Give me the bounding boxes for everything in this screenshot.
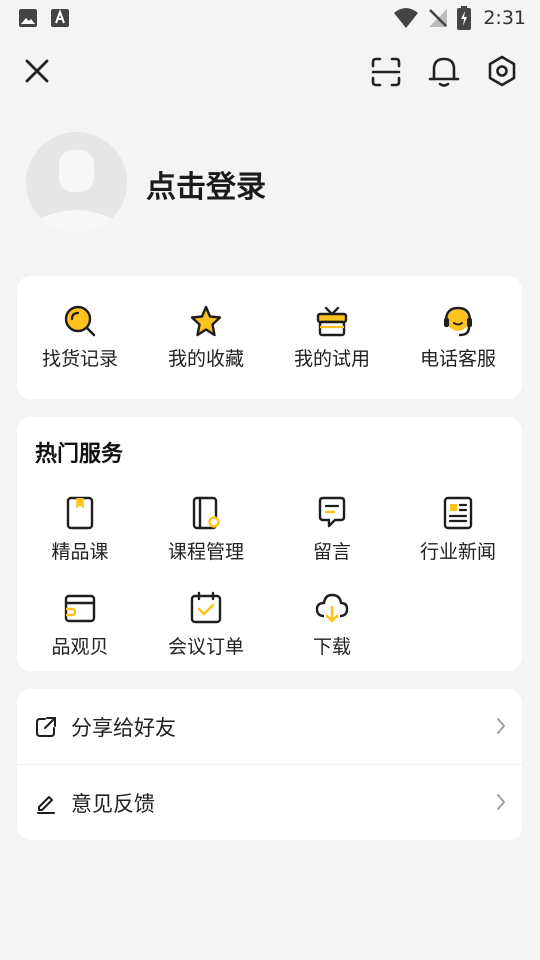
message-icon [315, 495, 349, 531]
profile-section[interactable]: 点击登录 [26, 132, 516, 234]
quick-actions-card: 找货记录 我的收藏 我的试用 电话客服 [17, 276, 522, 399]
battery-charging-icon [457, 6, 472, 30]
no-signal-icon [427, 7, 449, 29]
service-label: 会议订单 [167, 636, 244, 658]
menu-item-label: 意见反馈 [71, 791, 155, 816]
share-icon [35, 716, 57, 738]
bell-icon[interactable] [425, 52, 463, 90]
login-prompt[interactable]: 点击登录 [146, 162, 266, 206]
section-title: 热门服务 [35, 442, 124, 467]
quick-action-favorites[interactable]: 我的收藏 [143, 304, 269, 371]
menu-item-feedback[interactable]: 意见反馈 [17, 765, 522, 840]
hot-services-card: 热门服务 精品课 课程管理 留言 行业新闻 品观贝 会议订单 下载 [17, 417, 522, 671]
quick-action-search-history[interactable]: 找货记录 [17, 304, 143, 371]
star-icon [189, 304, 223, 338]
service-premium-course[interactable]: 精品课 [17, 495, 143, 564]
bookmark-book-icon [63, 495, 97, 531]
chevron-right-icon [496, 717, 506, 735]
menu-item-share[interactable]: 分享给好友 [17, 689, 522, 765]
service-label: 下载 [312, 636, 351, 658]
service-label: 精品课 [51, 541, 109, 563]
headset-icon [441, 304, 475, 338]
quick-action-trials[interactable]: 我的试用 [269, 304, 395, 371]
edit-icon [35, 792, 57, 814]
cloud-download-icon [314, 590, 350, 626]
service-meeting-orders[interactable]: 会议订单 [143, 590, 269, 659]
avatar[interactable] [26, 132, 127, 233]
quick-action-label: 找货记录 [41, 348, 118, 370]
service-download[interactable]: 下载 [269, 590, 395, 659]
notebook-settings-icon [189, 495, 223, 531]
calendar-check-icon [189, 590, 223, 626]
newspaper-icon [441, 495, 475, 531]
service-message[interactable]: 留言 [269, 495, 395, 564]
top-bar [0, 48, 540, 94]
chevron-right-icon [496, 793, 506, 811]
service-label: 课程管理 [167, 541, 244, 563]
menu-item-label: 分享给好友 [71, 715, 176, 740]
image-icon [18, 8, 38, 28]
service-pinguan-shell[interactable]: 品观贝 [17, 590, 143, 659]
status-bar: 2:31 [0, 0, 540, 36]
font-icon [50, 8, 70, 28]
quick-action-label: 我的试用 [293, 348, 370, 370]
service-label: 留言 [312, 541, 351, 563]
search-icon [63, 304, 97, 338]
quick-action-label: 电话客服 [419, 348, 496, 370]
close-icon[interactable] [20, 54, 54, 88]
wifi-icon [393, 7, 419, 29]
menu-card: 分享给好友 意见反馈 [17, 689, 522, 840]
scan-icon[interactable] [368, 54, 404, 90]
quick-action-label: 我的收藏 [167, 348, 244, 370]
settings-icon[interactable] [483, 52, 521, 90]
wallet-icon [63, 590, 97, 626]
gift-icon [315, 304, 349, 338]
service-label: 品观贝 [51, 636, 109, 658]
service-course-management[interactable]: 课程管理 [143, 495, 269, 564]
status-time: 2:31 [483, 7, 526, 29]
service-industry-news[interactable]: 行业新闻 [395, 495, 521, 564]
service-label: 行业新闻 [419, 541, 496, 563]
quick-action-customer-service[interactable]: 电话客服 [395, 304, 521, 371]
